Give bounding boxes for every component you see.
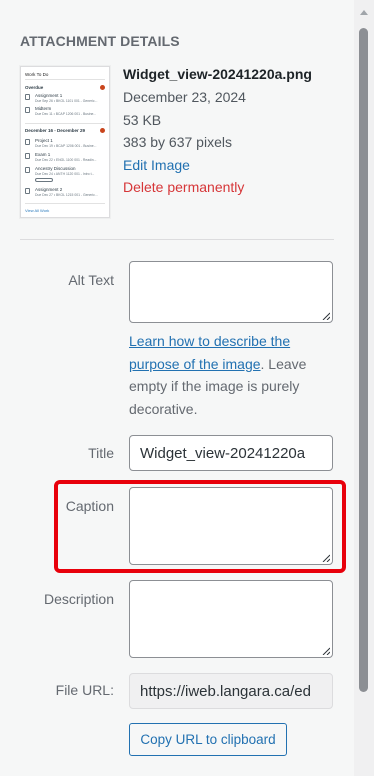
- thumb-item-title: Project 1: [35, 138, 53, 143]
- delete-permanently-link[interactable]: Delete permanently: [123, 176, 348, 199]
- thumb-divider: [25, 203, 105, 204]
- scrollbar[interactable]: [354, 0, 374, 776]
- resize-grip-icon[interactable]: [322, 647, 330, 655]
- attachment-thumbnail[interactable]: Work To Do Overdue Assignment 1 Due Sep …: [20, 66, 110, 218]
- thumb-assignment-icon: [25, 153, 30, 159]
- alt-text-help: Learn how to describe the purpose of the…: [129, 330, 334, 420]
- scroll-thumb[interactable]: [359, 28, 368, 692]
- alt-text-field[interactable]: [129, 261, 333, 323]
- thumb-item-title: Assignment 1: [35, 93, 63, 98]
- file-name: Widget_view-20241220a.png: [123, 66, 312, 82]
- thumb-item-sub: Due Dec 27 • BKOL 1215 001 - Generic...: [35, 193, 98, 197]
- attachment-details-panel: ATTACHMENT DETAILS Work To Do Overdue As…: [0, 0, 354, 776]
- thumb-item-title: Exam 1: [35, 152, 51, 157]
- thumb-item-sub: Due Dec 22 • ENGL 1100 001 - Readin...: [35, 158, 97, 162]
- thumb-range-label: December 16 - December 29: [25, 128, 86, 133]
- thumb-item-title: Assignment 2: [35, 187, 63, 192]
- image-dimensions: 383 by 637 pixels: [123, 134, 232, 150]
- thumb-alert-icon: [100, 85, 105, 90]
- title-value: Widget_view-20241220a: [140, 444, 306, 462]
- thumb-item-sub: Due Sep 26 • BKOL 1101 001 - Generic...: [35, 99, 98, 103]
- thumb-item-sub: Due Dec 19 • BCAP 1206 001 - Busine...: [35, 144, 97, 148]
- thumb-assignment-icon: [25, 107, 30, 113]
- thumb-alert-icon: [100, 128, 105, 133]
- file-url-value: https://iweb.langara.ca/ed: [140, 682, 311, 700]
- thumb-overdue-label: Overdue: [25, 85, 44, 90]
- thumb-item-sub: Due Dec 11 • BCAP 1206 001 - Busine...: [35, 112, 97, 116]
- description-field[interactable]: [129, 580, 333, 658]
- description-label: Description: [43, 591, 114, 607]
- file-url-field[interactable]: https://iweb.langara.ca/ed: [129, 673, 333, 709]
- title-label: Title: [88, 445, 114, 461]
- thumb-divider: [25, 79, 105, 80]
- thumb-header: Work To Do: [25, 72, 49, 77]
- thumb-assignment-icon: [25, 139, 30, 145]
- thumb-assignment-icon: [25, 94, 30, 100]
- scroll-up-arrow-icon[interactable]: [360, 10, 368, 15]
- file-details: Widget_view-20241220a.png December 23, 2…: [123, 64, 348, 199]
- edit-image-link[interactable]: Edit Image: [123, 154, 348, 177]
- title-field[interactable]: Widget_view-20241220a: [129, 435, 333, 471]
- file-size: 53 KB: [123, 111, 162, 128]
- resize-grip-icon[interactable]: [322, 312, 330, 320]
- thumb-view-all-link: View All Work: [25, 208, 50, 213]
- thumb-divider: [25, 123, 105, 124]
- thumb-item-sub: Due Dec 24 • ANTH 1120 001 - Intro t...: [35, 172, 95, 176]
- upload-date: December 23, 2024: [123, 89, 246, 105]
- divider: [20, 239, 334, 240]
- thumb-item-title: Ancestry Discussion: [35, 166, 76, 171]
- section-title: ATTACHMENT DETAILS: [20, 33, 180, 49]
- thumb-pill: [35, 178, 53, 182]
- thumb-discussion-icon: [25, 167, 30, 173]
- file-url-label: File URL:: [55, 682, 114, 698]
- alt-text-label: Alt Text: [68, 272, 114, 288]
- thumb-assignment-icon: [25, 188, 30, 194]
- caption-highlight-box: [54, 480, 346, 573]
- copy-url-button[interactable]: Copy URL to clipboard: [129, 723, 287, 756]
- thumb-item-title: Midterm: [35, 106, 52, 111]
